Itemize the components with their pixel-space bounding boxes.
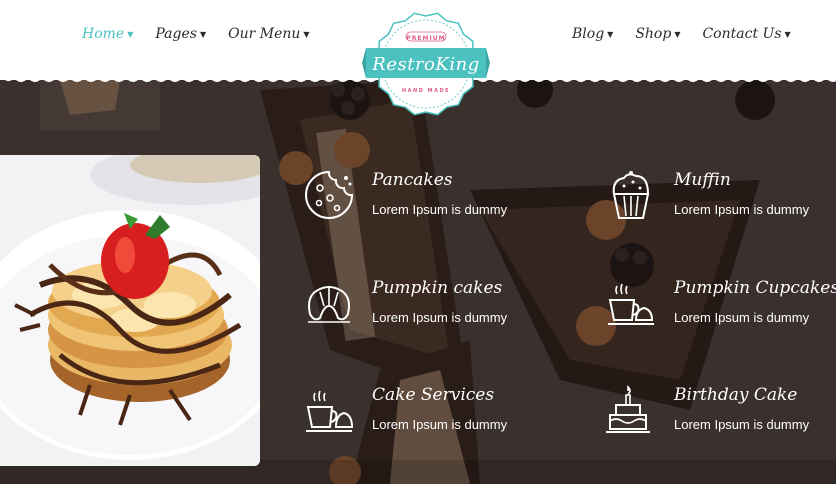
feature-title: Birthday Cake <box>674 385 798 405</box>
feature-text: Lorem Ipsum is dummy <box>674 417 810 432</box>
feature-birthday-cake[interactable]: Birthday Cake Lorem Ipsum is dummy <box>606 385 836 455</box>
feature-pumpkin-cupcakes[interactable]: Pumpkin Cupcakes Lorem Ipsum is dummy <box>606 278 836 348</box>
nav-item-our-menu-label: Our Menu <box>228 26 301 42</box>
cookie-icon <box>305 170 354 219</box>
logo-premium-text: PREMIUM <box>406 35 446 42</box>
chevron-down-icon: ▼ <box>303 29 310 39</box>
nav-item-blog-label: Blog <box>572 26 605 42</box>
chevron-down-icon: ▼ <box>199 29 207 39</box>
nav-right: Blog ▼ Shop ▼ Contact Us ▼ <box>572 26 813 42</box>
coffee-cup-icon <box>306 390 354 432</box>
nav-left: Home ▼ Pages ▼ Our Menu ▼ <box>82 26 332 42</box>
pancake-stack-illustration <box>0 155 260 466</box>
feature-title: Cake Services <box>372 385 495 405</box>
feature-text: Lorem Ipsum is dummy <box>372 310 508 325</box>
nav-item-contact-us[interactable]: Contact Us ▼ <box>702 26 790 42</box>
birthday-cake-icon <box>606 385 650 433</box>
feature-title: Pancakes <box>372 170 453 190</box>
feature-muffin[interactable]: Muffin Lorem Ipsum is dummy <box>606 170 836 240</box>
nav-item-pages[interactable]: Pages ▼ <box>155 26 206 42</box>
nav-item-home[interactable]: Home ▼ <box>82 26 133 42</box>
chevron-down-icon: ▼ <box>607 29 614 39</box>
chevron-down-icon: ▼ <box>674 29 681 39</box>
nav-item-blog[interactable]: Blog ▼ <box>572 26 613 42</box>
feature-text: Lorem Ipsum is dummy <box>674 202 810 217</box>
chevron-down-icon: ▼ <box>127 29 134 39</box>
site-logo[interactable]: PREMIUM RestroKing HAND MADE <box>362 8 490 120</box>
nav-item-our-menu[interactable]: Our Menu ▼ <box>228 26 309 42</box>
nav-item-shop[interactable]: Shop ▼ <box>635 26 680 42</box>
nav-item-home-label: Home <box>82 26 125 42</box>
feature-text: Lorem Ipsum is dummy <box>372 202 508 217</box>
feature-pumpkin-cakes[interactable]: Pumpkin cakes Lorem Ipsum is dummy <box>304 278 544 348</box>
feature-title: Muffin <box>674 170 731 190</box>
pancake-image <box>0 155 260 466</box>
chevron-down-icon: ▼ <box>784 29 791 39</box>
croissant-icon <box>308 286 350 323</box>
coffee-croissant-icon <box>608 283 654 325</box>
nav-item-contact-us-label: Contact Us <box>702 26 782 42</box>
feature-pancakes[interactable]: Pancakes Lorem Ipsum is dummy <box>304 170 544 240</box>
logo-brand-text: RestroKing <box>372 54 480 75</box>
feature-text: Lorem Ipsum is dummy <box>372 417 508 432</box>
muffin-icon <box>612 171 650 219</box>
nav-item-pages-label: Pages <box>155 26 197 42</box>
feature-text: Lorem Ipsum is dummy <box>674 310 810 325</box>
logo-handmade-text: HAND MADE <box>401 88 451 94</box>
feature-cake-services[interactable]: Cake Services Lorem Ipsum is dummy <box>304 385 544 455</box>
nav-item-shop-label: Shop <box>635 26 672 42</box>
feature-title: Pumpkin Cupcakes <box>674 278 836 298</box>
feature-title: Pumpkin cakes <box>372 278 503 298</box>
